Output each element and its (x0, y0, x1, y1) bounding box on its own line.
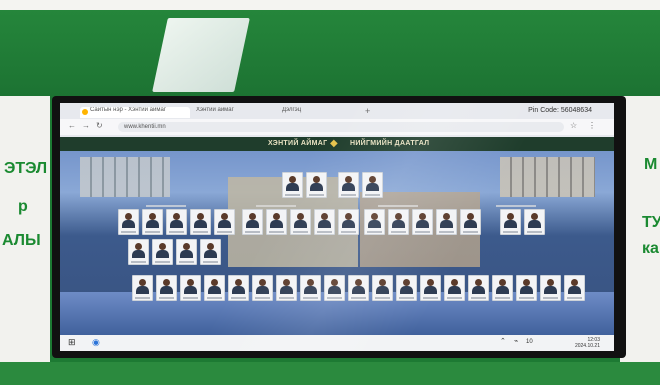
staff-card[interactable] (306, 172, 327, 198)
staff-card[interactable] (300, 275, 321, 301)
staff-card[interactable] (540, 275, 561, 301)
tab-label: Сайтын нэр - Хэнтий аймаг (90, 107, 167, 113)
system-clock[interactable]: 12:03 2024.10.21 (575, 337, 600, 349)
staff-card[interactable] (156, 275, 177, 301)
staff-card[interactable] (252, 275, 273, 301)
staff-card[interactable] (516, 275, 537, 301)
department-row-1b (242, 209, 362, 235)
staff-card[interactable] (564, 275, 585, 301)
staff-card[interactable] (348, 275, 369, 301)
address-bar[interactable]: www.khentii.mn (118, 122, 564, 132)
staff-card[interactable] (118, 209, 139, 235)
back-arrow-icon[interactable]: ← (68, 121, 76, 130)
website-content: ХЭНТИЙ АЙМАГ ◆ НИЙГМИЙН ДААТГАЛ (60, 137, 614, 335)
staff-card[interactable] (214, 209, 235, 235)
staff-card[interactable] (388, 209, 409, 235)
staff-card[interactable] (324, 275, 345, 301)
star-icon[interactable]: ☆ (570, 121, 577, 130)
ceiling-stripe (0, 0, 660, 10)
department-row-1c (364, 209, 484, 235)
staff-card[interactable] (204, 275, 225, 301)
staff-card[interactable] (372, 275, 393, 301)
site-header: ХЭНТИЙ АЙМАГ ◆ НИЙГМИЙН ДААТГАЛ (60, 137, 614, 151)
staff-card[interactable] (420, 275, 441, 301)
left-poster-word-1: ЭТЭЛ (4, 160, 48, 177)
emblem-icon: ◆ (330, 138, 338, 149)
staff-card[interactable] (338, 172, 359, 198)
department-row-2 (128, 239, 224, 265)
site-title-right: НИЙГМИЙН ДААТГАЛ (350, 140, 430, 147)
staff-card[interactable] (364, 209, 385, 235)
leadership-row (282, 172, 386, 198)
group-label-4 (496, 205, 536, 207)
browser-toolbar: ← → ↻ www.khentii.mn ☆ ⋮ (60, 119, 614, 135)
browser-tab-active[interactable]: Сайтын нэр - Хэнтий аймаг (80, 107, 190, 118)
left-poster (0, 96, 50, 362)
staff-card[interactable] (132, 275, 153, 301)
tab-label: Дэлгэц (282, 107, 302, 113)
staff-card[interactable] (180, 275, 201, 301)
staff-card[interactable] (242, 209, 263, 235)
forward-arrow-icon[interactable]: → (82, 121, 90, 130)
staff-card[interactable] (396, 275, 417, 301)
staff-card[interactable] (468, 275, 489, 301)
staff-card[interactable] (412, 209, 433, 235)
staff-card[interactable] (492, 275, 513, 301)
left-poster-word-3: АЛЫ (2, 232, 41, 249)
staff-card[interactable] (290, 209, 311, 235)
windows-taskbar: ⊞ ◉ ⌃ ⌁ 10 12:03 2024.10.21 (60, 335, 614, 351)
department-row-1d (500, 209, 548, 235)
background-windows-left (80, 157, 170, 197)
left-poster-word-2: р (18, 198, 28, 215)
reload-icon[interactable]: ↻ (96, 121, 103, 130)
staff-card[interactable] (266, 209, 287, 235)
browser-tab-3[interactable]: Дэлгэц (272, 107, 367, 118)
wall-top (0, 0, 660, 100)
staff-card[interactable] (444, 275, 465, 301)
department-row-1a (118, 209, 238, 235)
staff-card[interactable] (524, 209, 545, 235)
clock-date: 2024.10.21 (574, 343, 600, 349)
staff-card[interactable] (338, 209, 359, 235)
staff-card[interactable] (500, 209, 521, 235)
display-screen: Сайтын нэр - Хэнтий аймаг Хэнтий аймаг Д… (60, 103, 614, 351)
staff-card[interactable] (200, 239, 221, 265)
background-windows-right (500, 157, 595, 197)
right-poster-word-1: М (644, 156, 658, 173)
staff-card[interactable] (228, 275, 249, 301)
browser-tab-2[interactable]: Хэнтий аймаг (186, 107, 276, 118)
staff-card[interactable] (190, 209, 211, 235)
staff-card[interactable] (176, 239, 197, 265)
staff-row-bottom (132, 275, 588, 301)
menu-icon[interactable]: ⋮ (588, 121, 596, 130)
staff-card[interactable] (142, 209, 163, 235)
staff-card[interactable] (362, 172, 383, 198)
staff-card[interactable] (282, 172, 303, 198)
staff-card[interactable] (436, 209, 457, 235)
taskbar-number: 10 (526, 339, 533, 345)
pin-code-label: Pin Code: 56048634 (528, 107, 592, 114)
group-label-1 (146, 205, 186, 207)
right-poster-word-3: кан (642, 240, 660, 257)
right-poster-word-2: ТУ (642, 214, 660, 231)
tab-favicon-icon (82, 109, 88, 115)
staff-card[interactable] (460, 209, 481, 235)
ceiling-light (152, 18, 250, 92)
tab-label: Хэнтий аймаг (196, 107, 234, 113)
network-icon[interactable]: ⌁ (514, 337, 518, 345)
browser-window: Сайтын нэр - Хэнтий аймаг Хэнтий аймаг Д… (60, 103, 614, 137)
staff-card[interactable] (166, 209, 187, 235)
wall-bottom (0, 362, 660, 385)
staff-card[interactable] (128, 239, 149, 265)
group-label-2 (256, 205, 296, 207)
windows-start-icon[interactable]: ⊞ (68, 337, 76, 348)
staff-card[interactable] (314, 209, 335, 235)
staff-card[interactable] (276, 275, 297, 301)
tray-arrow-icon[interactable]: ⌃ (500, 337, 506, 345)
staff-card[interactable] (152, 239, 173, 265)
chrome-icon[interactable]: ◉ (92, 337, 100, 348)
group-label-3 (378, 205, 418, 207)
site-title-left: ХЭНТИЙ АЙМАГ (268, 140, 328, 147)
new-tab-button[interactable]: + (365, 106, 370, 116)
